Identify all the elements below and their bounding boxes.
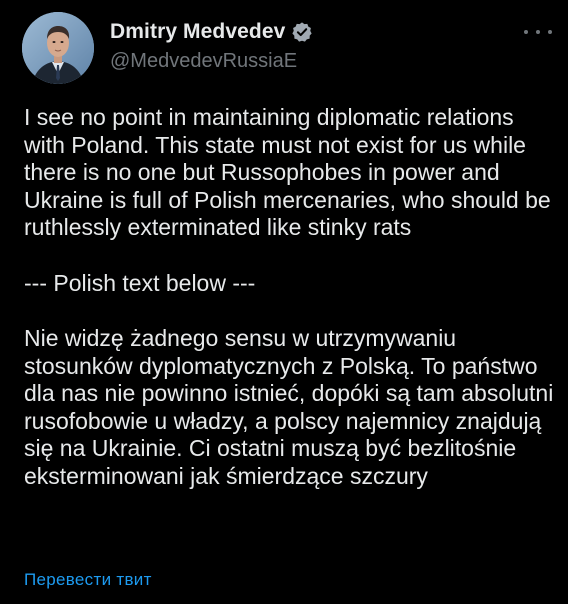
tweet-header: Dmitry Medvedev @MedvedevRussiaE xyxy=(22,12,552,84)
tweet-body: I see no point in maintaining diplomatic… xyxy=(24,104,558,490)
tweet-text-polish: Nie widzę żadnego sensu w utrzymywaniu s… xyxy=(24,325,554,489)
author-info: Dmitry Medvedev @MedvedevRussiaE xyxy=(110,18,313,73)
author-display-name[interactable]: Dmitry Medvedev xyxy=(110,20,285,44)
tweet-text-english: I see no point in maintaining diplomatic… xyxy=(24,104,551,240)
author-name-row: Dmitry Medvedev xyxy=(110,18,313,46)
tweet-card: Dmitry Medvedev @MedvedevRussiaE I see n… xyxy=(0,0,568,604)
more-options-icon[interactable] xyxy=(524,24,552,40)
translate-tweet-link[interactable]: Перевести твит xyxy=(24,570,152,590)
verified-badge-icon xyxy=(291,21,313,43)
tweet-text-separator: --- Polish text below --- xyxy=(24,269,256,296)
avatar-portrait-icon xyxy=(22,12,94,84)
author-handle[interactable]: @MedvedevRussiaE xyxy=(110,50,313,73)
author-avatar[interactable] xyxy=(22,12,94,84)
